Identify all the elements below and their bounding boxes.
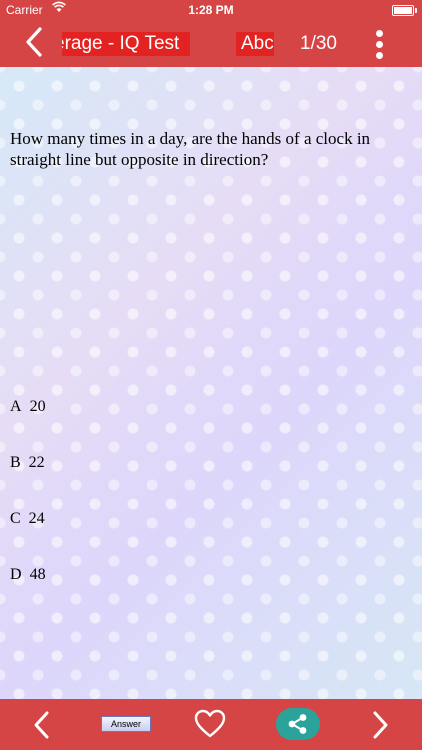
option-value: 20 [29, 398, 46, 415]
option-d[interactable]: D 48 [10, 566, 46, 584]
option-letter: A [10, 398, 22, 415]
option-b[interactable]: B 22 [10, 454, 45, 472]
share-button[interactable] [276, 708, 320, 740]
battery-icon [392, 5, 417, 16]
option-letter: C [10, 510, 21, 527]
abc-label: Abc [241, 33, 274, 54]
next-button[interactable] [368, 709, 392, 741]
question-area: How many times in a day, are the hands o… [0, 67, 422, 699]
next-chevron-icon [373, 711, 388, 739]
option-value: 48 [29, 566, 46, 583]
option-a[interactable]: A 20 [10, 398, 46, 416]
nav-title-box: erage - IQ Test [62, 32, 190, 56]
question-counter: 1/30 [300, 33, 337, 54]
nav-bar: erage - IQ Test Abc 1/30 [0, 20, 422, 67]
back-chevron-icon [26, 27, 42, 57]
share-icon [288, 714, 307, 734]
heart-icon [194, 709, 226, 738]
question-text: How many times in a day, are the hands o… [10, 129, 371, 169]
option-value: 24 [28, 510, 45, 527]
option-letter: D [10, 566, 22, 583]
prev-chevron-icon [34, 711, 49, 739]
status-time: 1:28 PM [188, 3, 234, 17]
nav-title: erage - IQ Test [62, 33, 180, 54]
font-size-button[interactable]: Abc [236, 32, 274, 56]
answer-button[interactable]: Answer [101, 716, 151, 732]
bottom-toolbar: Answer [0, 699, 422, 750]
kebab-menu-icon[interactable] [372, 27, 386, 63]
previous-button[interactable] [30, 709, 54, 741]
back-button[interactable] [20, 26, 50, 58]
option-value: 22 [28, 454, 45, 471]
status-bar: Carrier 1:28 PM [0, 0, 422, 20]
option-letter: B [10, 454, 21, 471]
favorite-button[interactable] [194, 709, 226, 739]
option-c[interactable]: C 24 [10, 510, 45, 528]
